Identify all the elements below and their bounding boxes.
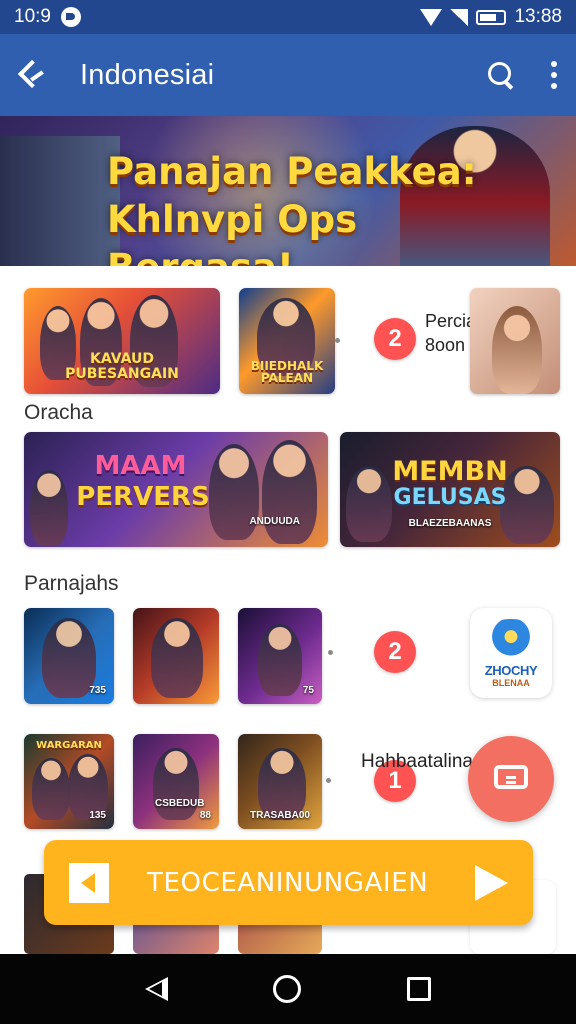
page-title: Indonesiai: [80, 58, 215, 91]
nav-home-icon[interactable]: [273, 975, 302, 1003]
status-left: 10:9: [14, 6, 81, 28]
trophy-icon-sublabel: BLENAA: [492, 677, 530, 688]
banner-line-1: Panajan Peakkea:: [107, 150, 477, 193]
featured-title-1: MAAM: [94, 451, 187, 481]
character-art: [32, 758, 70, 820]
card-title: WARGARAN: [36, 740, 102, 751]
status-bar: 10:9 13:88: [0, 0, 576, 34]
game-card[interactable]: 735: [24, 608, 114, 704]
trophy-icon: ZHOCHY BLENAA: [479, 618, 543, 688]
status-right: 13:88: [420, 6, 562, 28]
featured-subtitle: BLAEZEBAANAS: [408, 518, 492, 529]
card-title: KAVAUD PUBESANGAIN: [65, 351, 179, 382]
navigation-bar: [0, 954, 576, 1024]
card-title: TRASABA00: [249, 810, 310, 821]
wifi-icon: [420, 8, 443, 26]
play-icon[interactable]: [475, 864, 508, 901]
trophy-app-icon[interactable]: ZHOCHY BLENAA: [470, 608, 552, 698]
character-art: [153, 748, 199, 820]
character-art: [258, 624, 302, 696]
profile-card[interactable]: [470, 288, 560, 394]
card-title: BIIEDHALK PALEAN: [250, 359, 324, 385]
nav-back-icon[interactable]: [144, 977, 168, 1001]
character-art: [151, 618, 203, 698]
character-art: [262, 440, 317, 544]
character-art: [492, 306, 542, 394]
screen: 10:9 13:88 Indonesiai Panajan Peakkea: K…: [0, 0, 576, 1024]
back-icon[interactable]: [18, 60, 48, 90]
character-art: [30, 470, 68, 546]
status-clock: 13:88: [514, 6, 562, 27]
card-number: 735: [89, 685, 106, 696]
previous-icon[interactable]: [69, 862, 109, 903]
section-title: Oracha: [24, 401, 93, 424]
battery-icon: [476, 9, 507, 25]
featured-game-card[interactable]: MAAM PERVERS ANDUUDA: [24, 432, 328, 547]
more-dot: [328, 650, 333, 655]
count-badge: 2: [374, 631, 416, 673]
featured-title-1: MEMBN: [392, 456, 508, 487]
card-number: 75: [302, 685, 314, 696]
signal-icon: [450, 8, 469, 26]
game-card[interactable]: CSBEDUB 88: [133, 734, 219, 829]
game-card[interactable]: KAVAUD PUBESANGAIN: [24, 288, 220, 394]
banner-line-2: Khlnvpi Ops Bergasa!: [107, 198, 358, 266]
more-dot: [335, 338, 340, 343]
game-card[interactable]: WARGARAN 135: [24, 734, 114, 829]
game-card[interactable]: [133, 608, 219, 704]
game-card[interactable]: BIIEDHALK PALEAN: [239, 288, 335, 394]
card-title: CSBEDUB: [155, 798, 205, 809]
more-icon[interactable]: [550, 61, 558, 89]
search-icon[interactable]: [486, 60, 516, 90]
featured-title-2: PERVERS: [76, 482, 210, 512]
action-label: TEOCEANINUNGAIEN: [147, 867, 429, 898]
action-bar[interactable]: TEOCEANINUNGAIEN: [44, 840, 533, 925]
card-number: 88: [199, 810, 211, 821]
app-actions: [486, 60, 558, 90]
featured-subtitle: ANDUUDA: [249, 516, 300, 527]
hero-banner[interactable]: Panajan Peakkea: Khlnvpi Ops Bergasa!: [0, 116, 576, 266]
trophy-icon-label: ZHOCHY: [484, 662, 538, 678]
app-bar: Indonesiai: [0, 34, 576, 116]
trophy-mark: [479, 618, 543, 663]
featured-game-card[interactable]: MEMBN GELUSAS BLAEZEBAANAS: [340, 432, 560, 547]
banner-title: Panajan Peakkea: Khlnvpi Ops Bergasa!: [107, 148, 487, 266]
game-card[interactable]: 75: [238, 608, 322, 704]
featured-title-2: GELUSAS: [393, 485, 507, 510]
notification-icon: [60, 7, 81, 27]
shop-fab[interactable]: [468, 736, 554, 822]
character-art: [42, 618, 96, 698]
nav-recents-icon[interactable]: [407, 977, 432, 1001]
game-card[interactable]: TRASABA00: [238, 734, 322, 829]
more-dot: [326, 778, 331, 783]
count-badge: 2: [374, 318, 416, 360]
section-title: Parnajahs: [24, 572, 119, 595]
shop-icon: [494, 765, 528, 789]
banner-castle-art: [0, 136, 120, 266]
status-time: 10:9: [14, 6, 51, 27]
card-number: 135: [89, 810, 106, 821]
